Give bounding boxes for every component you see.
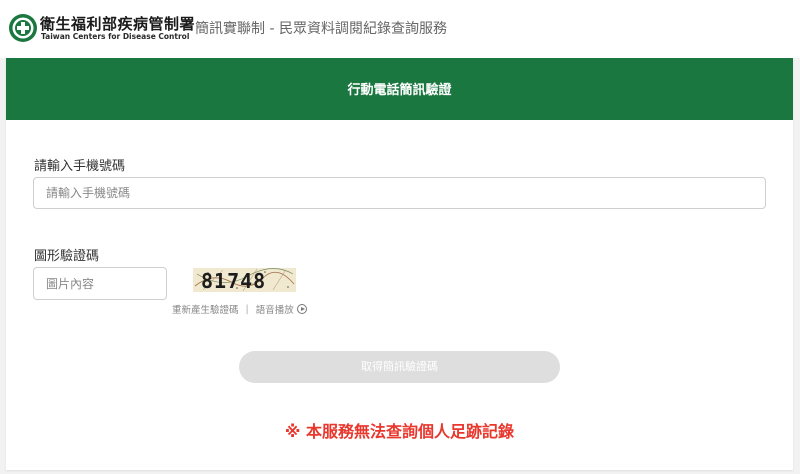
play-icon[interactable] — [296, 304, 307, 314]
captcha-actions: 重新產生驗證碼 | 語音播放 — [172, 302, 307, 316]
captcha-image: 81748 — [193, 268, 296, 292]
notice-text: ※ 本服務無法查詢個人足跡記錄 — [284, 422, 515, 441]
captcha-code: 81748 — [201, 269, 267, 292]
phone-label: 請輸入手機號碼 — [34, 159, 126, 174]
card-title: 行動電話簡訊驗證 — [347, 83, 452, 98]
site-title: 簡訊實聯制 - 民眾資料調閱紀錄查詢服務 — [195, 21, 447, 37]
captcha-label: 圖形驗證碼 — [34, 249, 100, 264]
captcha-input[interactable] — [33, 267, 167, 300]
card-header: 行動電話簡訊驗證 — [6, 58, 793, 120]
get-sms-code-button[interactable]: 取得簡訊驗證碼 — [239, 351, 560, 383]
org-name: 衛生福利部疾病管制署 — [40, 15, 196, 33]
refresh-captcha-link[interactable]: 重新產生驗證碼 — [172, 302, 239, 316]
top-header: 衛生福利部疾病管制署 Taiwan Centers for Disease Co… — [0, 0, 800, 58]
link-separator: | — [245, 303, 249, 315]
audio-play-link[interactable]: 語音播放 — [256, 302, 294, 316]
phone-input[interactable] — [33, 177, 766, 209]
cdc-logo-icon — [9, 14, 37, 42]
verification-card: 行動電話簡訊驗證 請輸入手機號碼 圖形驗證碼 81748 重新產生驗證碼 | 語… — [6, 58, 793, 470]
org-name-en: Taiwan Centers for Disease Control — [41, 32, 190, 41]
